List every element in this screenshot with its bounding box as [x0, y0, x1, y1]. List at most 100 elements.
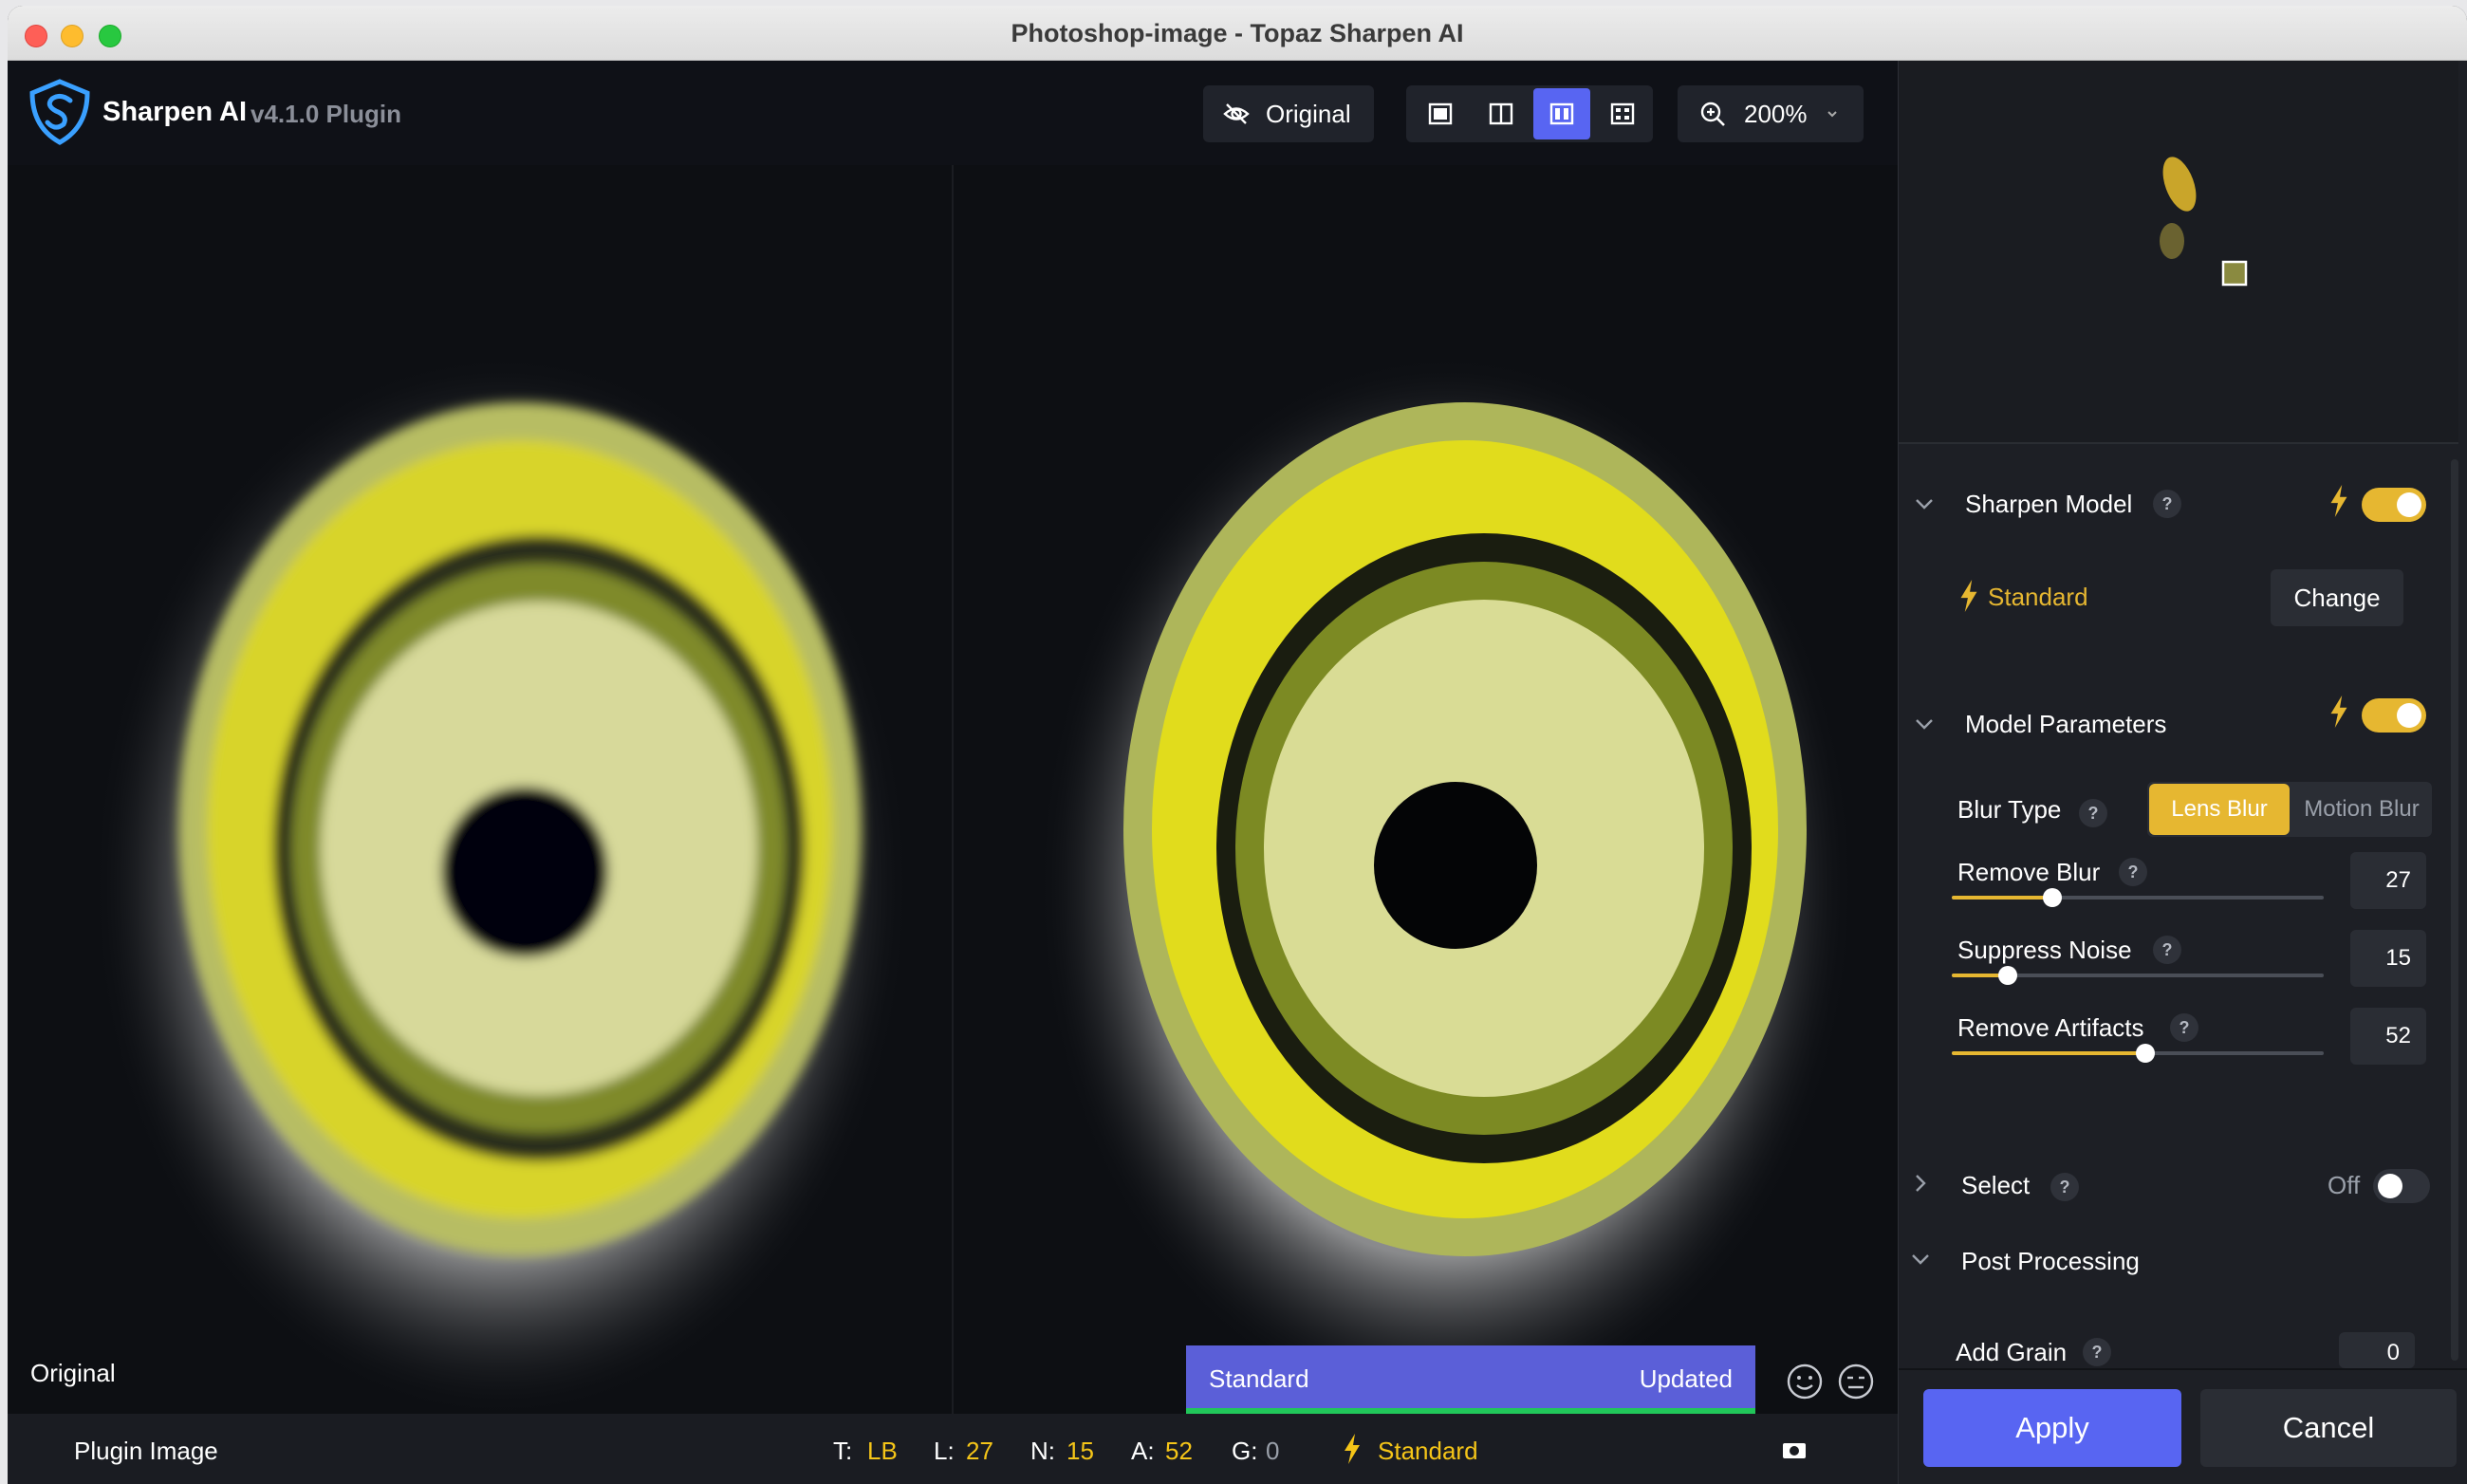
post-processing-title: Post Processing [1961, 1247, 2140, 1275]
panel-scrollbar[interactable] [2451, 459, 2458, 1361]
chevron-down-icon[interactable] [1908, 1247, 1933, 1271]
view-comparison-button[interactable] [1594, 88, 1651, 139]
bottom-status-bar: Plugin Image T: LB L: 27 N: 15 A: 52 G: … [8, 1414, 1898, 1484]
zoom-in-icon [1700, 102, 1725, 126]
blur-type-selector: Lens Blur Motion Blur [2147, 782, 2432, 837]
stat-l-key: L: [934, 1437, 955, 1465]
suppress-noise-value[interactable]: 15 [2350, 930, 2426, 987]
lens-blur-option[interactable]: Lens Blur [2149, 784, 2290, 835]
view-split-button[interactable] [1473, 88, 1530, 139]
chevron-down-icon[interactable] [1912, 712, 1937, 736]
help-icon[interactable]: ? [2170, 1013, 2198, 1042]
stat-g-value: 0 [1266, 1437, 1280, 1465]
top-toolbar: Sharpen AI v4.1.0 Plugin Original 200% [8, 61, 1898, 165]
show-original-label: Original [1266, 99, 1351, 128]
slider-knob[interactable] [1997, 966, 2017, 985]
split-view-icon [1489, 102, 1513, 125]
zoom-dropdown[interactable]: 200% [1678, 85, 1864, 142]
preview-canvas[interactable]: Original Standard Updated [8, 165, 1898, 1414]
show-original-button[interactable]: Original [1203, 85, 1374, 142]
slider-fill [1952, 1051, 2145, 1055]
remove-artifacts-label: Remove Artifacts [1957, 1013, 2144, 1042]
original-eye-image [8, 165, 953, 1414]
current-model-name: Standard [1988, 583, 2088, 611]
stat-n-value: 15 [1067, 1437, 1094, 1465]
lightning-icon [2330, 485, 2347, 517]
stat-n-key: N: [1030, 1437, 1055, 1465]
help-icon[interactable]: ? [2083, 1338, 2111, 1366]
help-icon[interactable]: ? [2079, 799, 2107, 827]
remove-blur-slider[interactable] [1952, 888, 2324, 907]
app-name: Sharpen AI [102, 97, 248, 127]
motion-blur-option[interactable]: Motion Blur [2291, 782, 2432, 837]
stat-a-value: 52 [1165, 1437, 1193, 1465]
view-mode-group [1406, 85, 1653, 142]
eye-off-icon [1223, 103, 1250, 124]
comparison-view-icon [1610, 102, 1635, 125]
title-bar: Photoshop-image - Topaz Sharpen AI [8, 6, 2467, 61]
select-title: Select [1961, 1171, 2031, 1199]
bottom-model-name: Standard [1378, 1437, 1478, 1465]
help-icon[interactable]: ? [2050, 1173, 2079, 1201]
neutral-feedback-icon[interactable] [1837, 1363, 1875, 1401]
window-title: Photoshop-image - Topaz Sharpen AI [1011, 19, 1464, 47]
help-icon[interactable]: ? [2119, 858, 2147, 886]
side-by-side-view-icon [1549, 102, 1574, 125]
source-label: Plugin Image [74, 1437, 218, 1465]
model-parameters-toggle[interactable] [2362, 698, 2426, 733]
stat-l-value: 27 [966, 1437, 993, 1465]
sharpen-model-toggle[interactable] [2362, 488, 2426, 522]
add-grain-label: Add Grain [1956, 1338, 2068, 1366]
smile-feedback-icon[interactable] [1786, 1363, 1824, 1401]
slider-knob[interactable] [2135, 1044, 2155, 1063]
main-area: Sharpen AI v4.1.0 Plugin Original 200% O… [8, 61, 1898, 1484]
add-grain-value[interactable]: 0 [2339, 1332, 2415, 1368]
slider-fill [1952, 896, 2052, 900]
zoom-value: 200% [1744, 99, 1808, 128]
chevron-down-icon[interactable] [1912, 492, 1937, 516]
settings-panel: Sharpen Model ? Standard Change Model Pa… [1898, 61, 2467, 1484]
original-preview[interactable] [8, 165, 953, 1414]
stat-g-key: G: [1232, 1437, 1258, 1465]
lightning-icon [2330, 696, 2347, 728]
change-model-button[interactable]: Change [2271, 569, 2403, 626]
view-side-by-side-button[interactable] [1533, 88, 1590, 139]
suppress-noise-slider[interactable] [1952, 966, 2324, 985]
cancel-button[interactable]: Cancel [2200, 1389, 2457, 1467]
original-pane-label: Original [30, 1359, 116, 1387]
select-state: Off [2328, 1171, 2361, 1199]
apply-button[interactable]: Apply [1923, 1389, 2181, 1467]
sharpened-eye-image [953, 165, 1898, 1414]
sharpened-preview[interactable] [953, 165, 1898, 1414]
suppress-noise-label: Suppress Noise [1957, 936, 2132, 964]
stat-t-value: LB [867, 1437, 898, 1465]
navigator-thumbnail[interactable] [1899, 61, 2458, 444]
blur-type-label: Blur Type [1957, 795, 2062, 824]
stat-a-key: A: [1131, 1437, 1155, 1465]
remove-blur-value[interactable]: 27 [2350, 852, 2426, 909]
navigator-image [2160, 157, 2248, 287]
chevron-right-icon[interactable] [1908, 1171, 1933, 1196]
remove-artifacts-slider[interactable] [1952, 1044, 2324, 1063]
remove-blur-label: Remove Blur [1957, 858, 2101, 886]
sharpen-model-title: Sharpen Model [1965, 490, 2133, 518]
sharpen-ai-logo-icon [29, 79, 90, 145]
app-version: v4.1.0 Plugin [250, 100, 401, 128]
model-parameters-title: Model Parameters [1965, 710, 2167, 738]
footer-divider [1899, 1368, 2467, 1370]
view-single-button[interactable] [1412, 88, 1469, 139]
remove-artifacts-value[interactable]: 52 [2350, 1008, 2426, 1065]
lightning-icon [1960, 580, 1977, 612]
camera-icon[interactable] [1782, 1440, 1807, 1459]
lightning-icon [1345, 1434, 1360, 1464]
chevron-down-icon [1827, 111, 1837, 118]
app-window: Photoshop-image - Topaz Sharpen AI Sharp… [8, 6, 2467, 1484]
status-text: Updated [1639, 1364, 1733, 1393]
processing-status-bar: Standard Updated [1186, 1345, 1755, 1414]
select-toggle[interactable] [2373, 1169, 2430, 1203]
help-icon[interactable]: ? [2153, 490, 2181, 518]
status-model-name: Standard [1209, 1364, 1309, 1393]
split-divider [952, 165, 954, 1414]
slider-knob[interactable] [2042, 888, 2062, 907]
help-icon[interactable]: ? [2153, 936, 2181, 964]
